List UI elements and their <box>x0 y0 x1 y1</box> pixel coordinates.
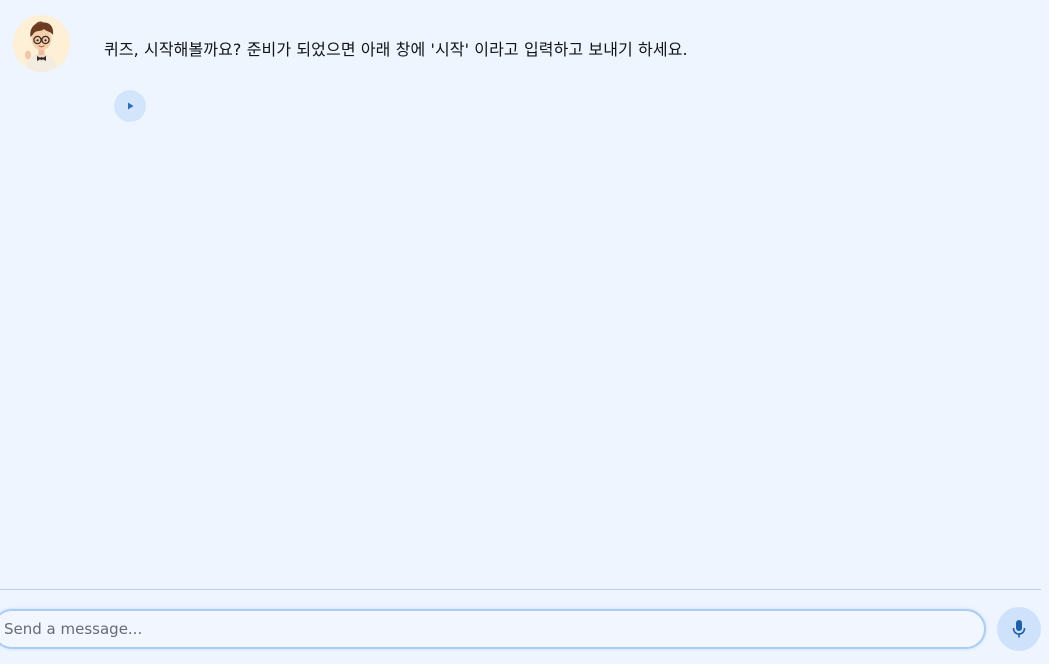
microphone-button[interactable] <box>997 607 1041 651</box>
message-input[interactable] <box>0 609 986 649</box>
cartoon-boy-with-glasses-icon <box>13 15 70 72</box>
microphone-icon <box>1012 620 1026 638</box>
message-composer <box>0 590 1049 664</box>
message-text: 퀴즈, 시작해볼까요? 준비가 되었으면 아래 창에 '시작' 이라고 입력하고… <box>104 40 688 59</box>
play-icon <box>128 102 134 110</box>
chat-area: 퀴즈, 시작해볼까요? 준비가 되었으면 아래 창에 '시작' 이라고 입력하고… <box>0 0 1049 589</box>
assistant-avatar <box>13 15 70 72</box>
play-audio-button[interactable] <box>114 90 146 122</box>
chat-app: 퀴즈, 시작해볼까요? 준비가 되었으면 아래 창에 '시작' 이라고 입력하고… <box>0 0 1049 664</box>
